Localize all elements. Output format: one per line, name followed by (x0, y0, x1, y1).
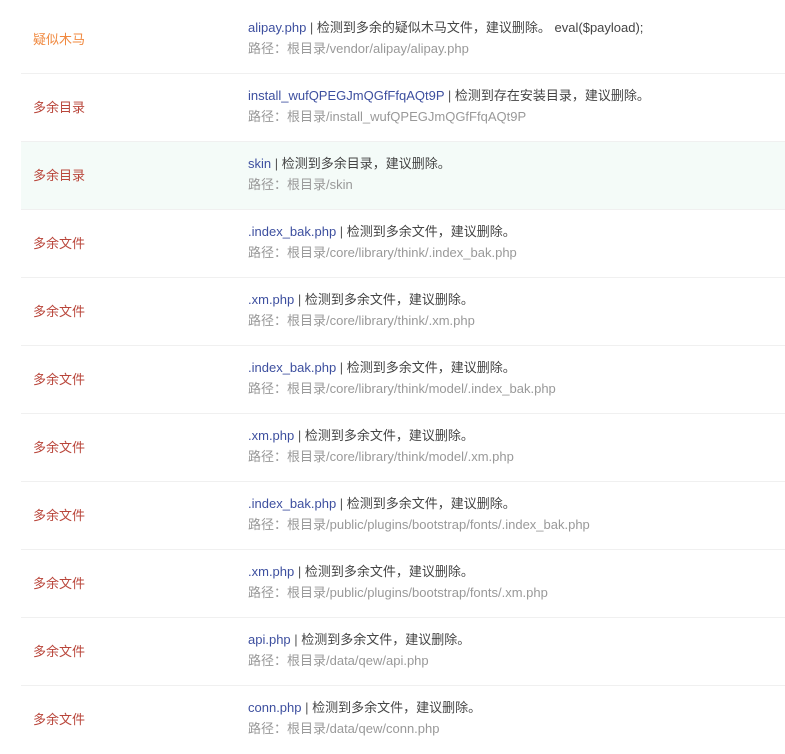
file-link[interactable]: .xm.php (248, 564, 294, 579)
separator: | (290, 632, 302, 647)
file-path: 路径：根目录/core/library/think/model/.index_b… (248, 381, 556, 396)
issue-message: 检测到多余文件，建议删除。 (346, 360, 516, 375)
separator: | (336, 360, 347, 375)
table-row: 多余文件 api.php | 检测到多余文件，建议删除。 路径：根目录/data… (21, 618, 785, 686)
file-link[interactable]: conn.php (248, 700, 302, 715)
issue-type-label: 疑似木马 (33, 32, 86, 47)
table-row: 多余文件 .index_bak.php | 检测到多余文件，建议删除。 路径：根… (21, 210, 785, 278)
issue-detail: .xm.php | 检测到多余文件，建议删除。 路径：根目录/core/libr… (248, 290, 785, 331)
separator: | (306, 20, 317, 35)
separator: | (336, 224, 347, 239)
separator: | (336, 496, 347, 511)
issue-type-label: 多余文件 (33, 712, 86, 727)
separator: | (271, 156, 282, 171)
file-link[interactable]: api.php (248, 632, 291, 647)
table-row: 多余文件 .index_bak.php | 检测到多余文件，建议删除。 路径：根… (21, 482, 785, 550)
table-row: 多余文件 .xm.php | 检测到多余文件，建议删除。 路径：根目录/core… (21, 414, 785, 482)
issue-message: 检测到多余目录，建议删除。 (281, 156, 451, 171)
issue-message: 检测到多余文件，建议删除。 (312, 700, 482, 715)
file-path: 路径：根目录/core/library/think/.xm.php (248, 313, 475, 328)
issue-type-label: 多余文件 (33, 644, 86, 659)
file-path: 路径：根目录/skin (248, 177, 353, 192)
issue-message: 检测到多余文件，建议删除。 (304, 292, 474, 307)
file-link[interactable]: .index_bak.php (248, 496, 336, 511)
issue-detail: .index_bak.php | 检测到多余文件，建议删除。 路径：根目录/co… (248, 222, 785, 263)
issue-type-label: 多余目录 (33, 168, 86, 183)
issue-type-label: 多余文件 (33, 508, 86, 523)
file-path: 路径：根目录/install_wufQPEGJmQGfFfqAQt9P (248, 109, 527, 124)
issue-detail: install_wufQPEGJmQGfFfqAQt9P | 检测到存在安装目录… (248, 86, 785, 127)
separator: | (294, 428, 305, 443)
issue-detail: .index_bak.php | 检测到多余文件，建议删除。 路径：根目录/pu… (248, 494, 785, 535)
table-row: 多余文件 conn.php | 检测到多余文件，建议删除。 路径：根目录/dat… (21, 686, 785, 754)
file-link[interactable]: alipay.php (248, 20, 306, 35)
issue-message: 检测到多余文件，建议删除。 (346, 496, 516, 511)
issue-detail: skin | 检测到多余目录，建议删除。 路径：根目录/skin (248, 154, 785, 195)
issue-type-label: 多余目录 (33, 100, 86, 115)
issue-detail: .xm.php | 检测到多余文件，建议删除。 路径：根目录/public/pl… (248, 562, 785, 603)
table-row: 多余文件 .xm.php | 检测到多余文件，建议删除。 路径：根目录/core… (21, 278, 785, 346)
file-path: 路径：根目录/core/library/think/.index_bak.php (248, 245, 517, 260)
table-row: 多余目录 install_wufQPEGJmQGfFfqAQt9P | 检测到存… (21, 74, 785, 142)
file-link[interactable]: install_wufQPEGJmQGfFfqAQt9P (248, 88, 444, 103)
table-row: 多余目录 skin | 检测到多余目录，建议删除。 路径：根目录/skin (21, 142, 785, 210)
issue-message: 检测到多余文件，建议删除。 (304, 428, 474, 443)
separator: | (301, 700, 313, 715)
file-link[interactable]: skin (248, 156, 271, 171)
issue-type-label: 多余文件 (33, 440, 86, 455)
separator: | (294, 564, 305, 579)
separator: | (294, 292, 305, 307)
issue-detail: conn.php | 检测到多余文件，建议删除。 路径：根目录/data/qew… (248, 698, 785, 739)
issue-type-label: 多余文件 (33, 304, 86, 319)
issue-message: 检测到多余文件，建议删除。 (346, 224, 516, 239)
issue-message: 检测到多余文件，建议删除。 (301, 632, 471, 647)
issue-message: 检测到存在安装目录，建议删除。 (454, 88, 650, 103)
table-row: 疑似木马 alipay.php | 检测到多余的疑似木马文件，建议删除。 eva… (21, 6, 785, 74)
issue-type-label: 多余文件 (33, 236, 86, 251)
separator: | (444, 88, 455, 103)
file-path: 路径：根目录/public/plugins/bootstrap/fonts/.i… (248, 517, 590, 532)
file-path: 路径：根目录/core/library/think/model/.xm.php (248, 449, 514, 464)
file-link[interactable]: .index_bak.php (248, 360, 336, 375)
issue-message: 检测到多余的疑似木马文件，建议删除。 eval($payload); (316, 20, 644, 35)
issue-detail: api.php | 检测到多余文件，建议删除。 路径：根目录/data/qew/… (248, 630, 785, 671)
table-row: 多余文件 .xm.php | 检测到多余文件，建议删除。 路径：根目录/publ… (21, 550, 785, 618)
issue-detail: .xm.php | 检测到多余文件，建议删除。 路径：根目录/core/libr… (248, 426, 785, 467)
file-path: 路径：根目录/vendor/alipay/alipay.php (248, 41, 469, 56)
issue-message: 检测到多余文件，建议删除。 (304, 564, 474, 579)
file-link[interactable]: .xm.php (248, 292, 294, 307)
issue-detail: .index_bak.php | 检测到多余文件，建议删除。 路径：根目录/co… (248, 358, 785, 399)
issue-detail: alipay.php | 检测到多余的疑似木马文件，建议删除。 eval($pa… (248, 18, 785, 59)
scan-results-table: 疑似木马 alipay.php | 检测到多余的疑似木马文件，建议删除。 eva… (21, 6, 785, 754)
table-row: 多余文件 .index_bak.php | 检测到多余文件，建议删除。 路径：根… (21, 346, 785, 414)
file-path: 路径：根目录/public/plugins/bootstrap/fonts/.x… (248, 585, 548, 600)
file-link[interactable]: .xm.php (248, 428, 294, 443)
issue-type-label: 多余文件 (33, 576, 86, 591)
issue-type-label: 多余文件 (33, 372, 86, 387)
file-path: 路径：根目录/data/qew/api.php (248, 653, 429, 668)
file-link[interactable]: .index_bak.php (248, 224, 336, 239)
file-path: 路径：根目录/data/qew/conn.php (248, 721, 440, 736)
